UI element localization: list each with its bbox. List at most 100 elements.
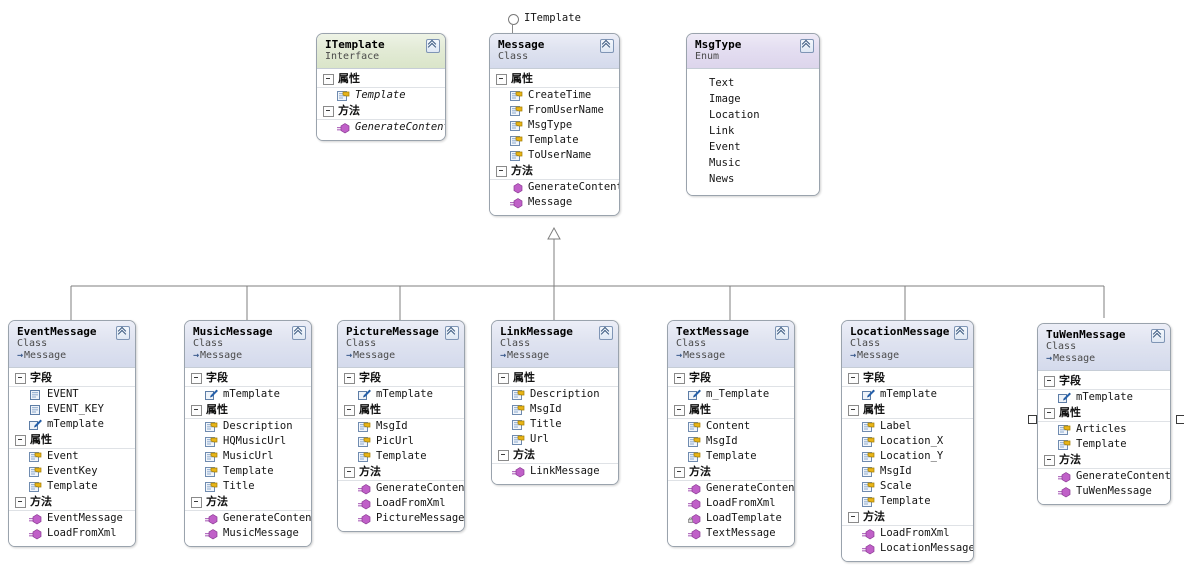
member-row[interactable]: EventMessage [9, 511, 135, 526]
member-row[interactable]: EventKey [9, 464, 135, 479]
member-row[interactable]: MsgId [842, 464, 973, 479]
minus-box-icon[interactable] [191, 496, 202, 508]
collapse-chevron-icon[interactable] [600, 39, 614, 53]
collapse-chevron-icon[interactable] [445, 326, 459, 340]
member-row[interactable]: MusicUrl [185, 449, 311, 464]
member-row[interactable]: Location_Y [842, 449, 973, 464]
section-header-properties[interactable]: 属性 [338, 402, 464, 419]
member-row[interactable]: Description [185, 419, 311, 434]
enum-literal[interactable]: Image [687, 91, 819, 107]
member-row[interactable]: Template [185, 464, 311, 479]
enum-literal[interactable]: Location [687, 107, 819, 123]
section-header-fields[interactable]: 字段 [9, 370, 135, 387]
member-row[interactable]: LocationMessage [842, 541, 973, 556]
resize-handle-left[interactable] [1028, 415, 1037, 424]
collapse-chevron-icon[interactable] [800, 39, 814, 53]
member-row[interactable]: GenerateContent [185, 511, 311, 526]
member-row[interactable]: EVENT [9, 387, 135, 402]
member-row[interactable]: LinkMessage [492, 464, 618, 479]
node-picturemessage[interactable]: PictureMessage Class →Message 字段 mTempla… [337, 320, 465, 532]
node-itemplate[interactable]: ITemplate Interface 属性 Template 方法 Gener… [316, 33, 446, 141]
member-row[interactable]: TuWenMessage [1038, 484, 1170, 499]
enum-literal[interactable]: Music [687, 155, 819, 171]
minus-box-icon[interactable] [323, 105, 334, 117]
section-header-properties[interactable]: 属性 [317, 71, 445, 88]
member-row[interactable]: Template [317, 88, 445, 103]
member-row[interactable]: LoadFromXml [668, 496, 794, 511]
node-tuwenmessage[interactable]: TuWenMessage Class →Message 字段 mTemplate… [1037, 323, 1171, 505]
minus-box-icon[interactable] [15, 372, 26, 384]
section-header-properties[interactable]: 属性 [185, 402, 311, 419]
collapse-chevron-icon[interactable] [426, 39, 440, 53]
collapse-chevron-icon[interactable] [1151, 329, 1165, 343]
member-row[interactable]: Scale [842, 479, 973, 494]
resize-handle-right[interactable] [1176, 415, 1184, 424]
section-header-methods[interactable]: 方法 [185, 494, 311, 511]
collapse-chevron-icon[interactable] [292, 326, 306, 340]
member-row[interactable]: LoadFromXml [338, 496, 464, 511]
member-row[interactable]: GenerateContent [668, 481, 794, 496]
collapse-chevron-icon[interactable] [954, 326, 968, 340]
member-row[interactable]: GenerateContent [490, 180, 619, 195]
member-row[interactable]: Template [9, 479, 135, 494]
section-header-methods[interactable]: 方法 [492, 447, 618, 464]
minus-box-icon[interactable] [1044, 454, 1055, 466]
minus-box-icon[interactable] [344, 466, 355, 478]
member-row[interactable]: Template [490, 133, 619, 148]
section-header-methods[interactable]: 方法 [338, 464, 464, 481]
member-row[interactable]: PicUrl [338, 434, 464, 449]
node-musicmessage[interactable]: MusicMessage Class →Message 字段 mTemplate… [184, 320, 312, 547]
member-row[interactable]: Event [9, 449, 135, 464]
enum-literal[interactable]: Event [687, 139, 819, 155]
member-row[interactable]: CreateTime [490, 88, 619, 103]
minus-box-icon[interactable] [848, 372, 859, 384]
minus-box-icon[interactable] [498, 449, 509, 461]
enum-literal[interactable]: Link [687, 123, 819, 139]
node-linkmessage[interactable]: LinkMessage Class →Message 属性 Descriptio… [491, 320, 619, 485]
section-header-properties[interactable]: 属性 [9, 432, 135, 449]
member-row[interactable]: mTemplate [9, 417, 135, 432]
section-header-methods[interactable]: 方法 [9, 494, 135, 511]
node-eventmessage[interactable]: EventMessage Class →Message 字段 EVENT EVE… [8, 320, 136, 547]
section-header-properties[interactable]: 属性 [668, 402, 794, 419]
minus-box-icon[interactable] [498, 372, 509, 384]
member-row[interactable]: TextMessage [668, 526, 794, 541]
member-row[interactable]: mTemplate [842, 387, 973, 402]
minus-box-icon[interactable] [674, 404, 685, 416]
member-row[interactable]: Description [492, 387, 618, 402]
enum-literal[interactable]: Text [687, 75, 819, 91]
minus-box-icon[interactable] [496, 73, 507, 85]
member-row[interactable]: MusicMessage [185, 526, 311, 541]
minus-box-icon[interactable] [15, 434, 26, 446]
collapse-chevron-icon[interactable] [775, 326, 789, 340]
member-row[interactable]: Articles [1038, 422, 1170, 437]
node-message[interactable]: Message Class 属性 CreateTime FromUserName… [489, 33, 620, 216]
member-row[interactable]: MsgId [492, 402, 618, 417]
section-header-fields[interactable]: 字段 [668, 370, 794, 387]
member-row[interactable]: Title [492, 417, 618, 432]
minus-box-icon[interactable] [848, 404, 859, 416]
section-header-fields[interactable]: 字段 [338, 370, 464, 387]
member-row[interactable]: Title [185, 479, 311, 494]
member-row[interactable]: MsgType [490, 118, 619, 133]
minus-box-icon[interactable] [191, 372, 202, 384]
member-row[interactable]: EVENT_KEY [9, 402, 135, 417]
minus-box-icon[interactable] [848, 511, 859, 523]
section-header-methods[interactable]: 方法 [668, 464, 794, 481]
member-row[interactable]: MsgId [338, 419, 464, 434]
minus-box-icon[interactable] [344, 372, 355, 384]
minus-box-icon[interactable] [344, 404, 355, 416]
member-row[interactable]: Template [842, 494, 973, 509]
enum-literal[interactable]: News [687, 171, 819, 187]
section-header-properties[interactable]: 属性 [842, 402, 973, 419]
section-header-properties[interactable]: 属性 [490, 71, 619, 88]
section-header-fields[interactable]: 字段 [842, 370, 973, 387]
member-row[interactable]: Message [490, 195, 619, 210]
collapse-chevron-icon[interactable] [599, 326, 613, 340]
node-msgtype[interactable]: MsgType Enum Text Image Location Link Ev… [686, 33, 820, 196]
member-row[interactable]: Template [338, 449, 464, 464]
member-row[interactable]: Content [668, 419, 794, 434]
member-row[interactable]: m_Template [668, 387, 794, 402]
section-header-fields[interactable]: 字段 [185, 370, 311, 387]
minus-box-icon[interactable] [15, 496, 26, 508]
